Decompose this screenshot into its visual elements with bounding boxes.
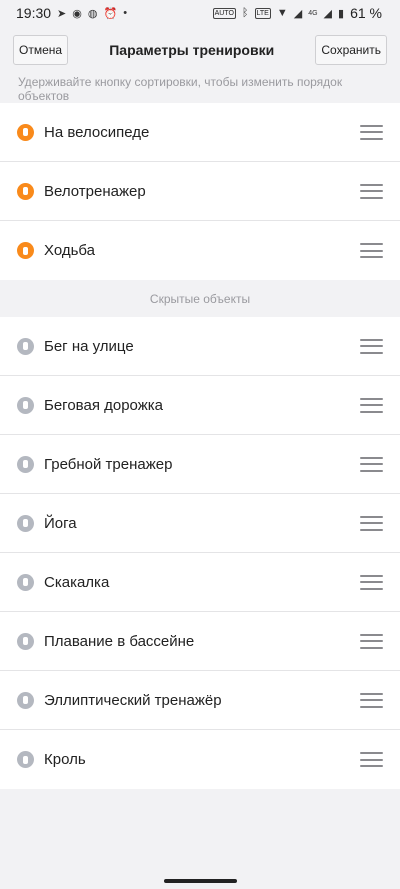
bluetooth-icon: ᛒ	[241, 7, 249, 19]
status-time: 19:30	[16, 5, 52, 21]
list-item[interactable]: Скакалка	[0, 553, 400, 612]
auto-badge: AUTO	[212, 7, 236, 19]
drag-handle-icon[interactable]	[360, 338, 383, 354]
list-item-label: Бег на улице	[44, 337, 134, 355]
list-item[interactable]: Ходьба	[0, 221, 400, 280]
battery-icon: ▮	[338, 7, 345, 20]
navigation-arrow-icon: ➤	[57, 7, 67, 20]
list-item[interactable]: Эллиптический тренажёр	[0, 671, 400, 730]
list-item-label: Кроль	[44, 751, 86, 768]
header: Отмена Параметры тренировки Сохранить	[0, 30, 400, 70]
cancel-button[interactable]: Отмена	[13, 35, 69, 65]
wifi-icon: ▼	[276, 7, 288, 19]
bike-icon	[17, 123, 34, 141]
running-icon	[17, 337, 34, 355]
swimming-icon	[17, 632, 34, 650]
signal-icon: ◢	[293, 7, 303, 20]
list-item-label: Велотренажер	[44, 182, 146, 200]
drag-handle-icon[interactable]	[360, 183, 383, 199]
network-badge: 4G	[308, 9, 318, 17]
jump-rope-icon	[17, 573, 34, 591]
list-item[interactable]: На велосипеде	[0, 103, 400, 162]
drag-handle-icon[interactable]	[360, 124, 383, 140]
list-item[interactable]: Беговая дорожка	[0, 376, 400, 435]
yoga-icon	[17, 514, 34, 532]
list-item-label: Ходьба	[44, 242, 96, 259]
list-item[interactable]: Йога	[0, 494, 400, 553]
list-item-label: Плавание в бассейне	[44, 632, 195, 650]
alarm-icon: ⏰	[103, 7, 118, 20]
save-button[interactable]: Сохранить	[315, 35, 387, 65]
drag-handle-icon[interactable]	[360, 456, 383, 472]
list-item[interactable]: Кроль	[0, 730, 400, 789]
drag-handle-icon[interactable]	[360, 515, 383, 531]
drag-handle-icon[interactable]	[360, 633, 383, 649]
drag-handle-icon[interactable]	[360, 243, 383, 258]
status-bar: 19:30 ➤ ◉ ◍ ⏰ • AUTO ᛒ LTE ▼ ◢ 4G ◢ ▮ 61…	[0, 0, 400, 26]
sort-hint: Удерживайте кнопку сортировки, чтобы изм…	[18, 75, 343, 103]
active-workouts-list: На велосипеде Велотренажер Ходьба	[0, 103, 400, 280]
list-item[interactable]: Велотренажер	[0, 162, 400, 221]
list-item[interactable]: Гребной тренажер	[0, 435, 400, 494]
list-item-label: Скакалка	[44, 573, 110, 591]
drag-handle-icon[interactable]	[360, 574, 383, 590]
list-item-label: Беговая дорожка	[44, 396, 163, 414]
notification-dot-icon: •	[123, 7, 128, 19]
walking-icon	[17, 242, 34, 259]
list-item-label: Эллиптический тренажёр	[44, 691, 222, 709]
drag-handle-icon[interactable]	[360, 752, 383, 767]
drag-handle-icon[interactable]	[360, 397, 383, 413]
treadmill-icon	[17, 396, 34, 414]
hidden-workouts-list: Бег на улице Беговая дорожка Гребной трена…	[0, 317, 400, 789]
exercise-bike-icon	[17, 182, 34, 200]
list-item[interactable]: Бег на улице	[0, 317, 400, 376]
battery-percent: 61 %	[350, 5, 382, 21]
hidden-section-label: Скрытые объекты	[149, 291, 251, 306]
signal-2-icon: ◢	[323, 7, 333, 20]
drag-handle-icon[interactable]	[360, 692, 383, 708]
home-indicator[interactable]	[164, 879, 237, 883]
elliptical-icon	[17, 691, 34, 709]
page-title: Параметры тренировки	[109, 42, 275, 58]
lte-badge: LTE	[254, 7, 271, 19]
list-item[interactable]: Плавание в бассейне	[0, 612, 400, 671]
whatsapp-icon: ◉	[72, 7, 82, 20]
list-item-label: Йога	[44, 514, 77, 532]
messenger-icon: ◍	[87, 7, 98, 20]
freestyle-swim-icon	[17, 751, 34, 768]
rowing-machine-icon	[17, 455, 34, 473]
list-item-label: Гребной тренажер	[44, 455, 173, 473]
list-item-label: На велосипеде	[44, 123, 150, 141]
